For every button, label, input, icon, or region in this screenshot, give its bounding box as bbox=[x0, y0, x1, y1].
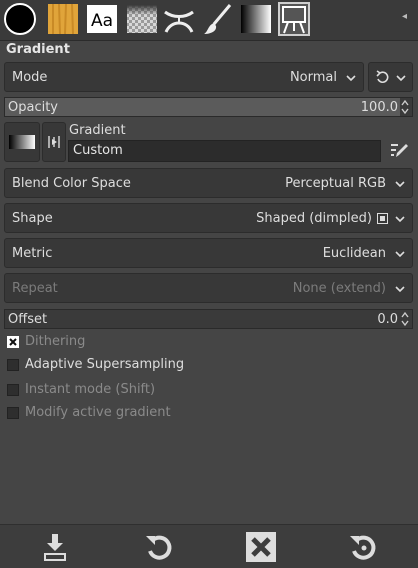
metric-label: Metric bbox=[12, 246, 53, 261]
opacity-label: Opacity bbox=[8, 100, 59, 115]
instant-mode-label: Instant mode (Shift) bbox=[25, 382, 156, 397]
checkbox-unchecked-icon bbox=[7, 384, 19, 396]
tab-gradients[interactable] bbox=[240, 2, 272, 36]
checkbox-checked-icon bbox=[7, 336, 19, 348]
repeat-select[interactable]: Repeat None (extend) bbox=[4, 273, 413, 303]
shape-dimpled-icon bbox=[377, 213, 388, 224]
colors-icon bbox=[4, 3, 36, 35]
mode-value: Normal bbox=[289, 70, 337, 85]
brush-icon bbox=[204, 4, 232, 34]
delete-icon[interactable] bbox=[244, 531, 278, 563]
tab-brushes[interactable] bbox=[202, 2, 234, 36]
gradient-preview-icon bbox=[9, 135, 35, 149]
blend-color-space-select[interactable]: Blend Color Space Perceptual RGB bbox=[4, 168, 413, 198]
reverse-gradient-button[interactable] bbox=[42, 122, 66, 162]
undo-arrow-icon bbox=[376, 70, 389, 83]
transparency-checker-icon bbox=[127, 5, 157, 33]
reverse-icon bbox=[48, 136, 60, 148]
mode-select[interactable]: Mode Normal bbox=[4, 62, 364, 92]
modify-active-gradient-label: Modify active gradient bbox=[25, 405, 171, 420]
panel-title: Gradient bbox=[6, 42, 70, 57]
mode-switch-button[interactable] bbox=[368, 62, 413, 92]
spin-arrows-icon[interactable] bbox=[400, 99, 410, 115]
opacity-value: 100.0 bbox=[360, 100, 398, 115]
tab-checker[interactable] bbox=[126, 2, 158, 36]
checkbox-unchecked-icon bbox=[7, 359, 19, 371]
gradient-label: Gradient bbox=[69, 123, 126, 138]
tab-fonts[interactable]: Aa bbox=[86, 2, 118, 36]
adaptive-supersampling-label: Adaptive Supersampling bbox=[25, 357, 185, 372]
check-x-icon bbox=[9, 338, 17, 346]
tool-options-easel-icon bbox=[282, 6, 306, 34]
metric-value: Euclidean bbox=[322, 246, 386, 261]
bottom-button-bar bbox=[0, 524, 418, 568]
chevron-down-icon bbox=[395, 216, 405, 223]
chevron-down-icon bbox=[395, 286, 405, 293]
svg-text:Aa: Aa bbox=[91, 11, 113, 31]
edit-gradient-icon[interactable] bbox=[388, 139, 410, 161]
checkbox-unchecked-icon bbox=[7, 407, 19, 419]
dithering-label: Dithering bbox=[25, 334, 86, 349]
shape-value: Shaped (dimpled) bbox=[256, 211, 372, 226]
opacity-spinscale[interactable]: Opacity 100.0 bbox=[4, 97, 413, 117]
blend-color-space-value: Perceptual RGB bbox=[285, 176, 386, 191]
restore-icon[interactable] bbox=[142, 531, 176, 563]
blend-color-space-label: Blend Color Space bbox=[12, 176, 131, 191]
offset-spinscale[interactable]: Offset 0.0 bbox=[4, 309, 413, 329]
tab-tool-options[interactable] bbox=[278, 2, 310, 36]
save-options-icon[interactable] bbox=[38, 531, 72, 563]
repeat-value: None (extend) bbox=[292, 281, 386, 296]
offset-value: 0.0 bbox=[377, 312, 398, 327]
spin-arrows-icon[interactable] bbox=[400, 311, 410, 327]
opacity-fill bbox=[5, 98, 400, 116]
tab-dynamics[interactable] bbox=[163, 2, 195, 36]
gradient-swatch-icon bbox=[241, 5, 271, 33]
reset-icon[interactable] bbox=[346, 531, 380, 563]
tab-menu-icon[interactable]: ◂ bbox=[402, 12, 412, 22]
chevron-down-icon bbox=[346, 75, 356, 82]
gradient-preview-button[interactable] bbox=[4, 122, 40, 162]
metric-select[interactable]: Metric Euclidean bbox=[4, 238, 413, 268]
mode-label: Mode bbox=[12, 70, 48, 85]
shape-label: Shape bbox=[12, 211, 53, 226]
chevron-down-icon bbox=[396, 75, 406, 82]
dockable-tab-bar: Aa ◂ bbox=[0, 0, 418, 41]
tab-patterns[interactable] bbox=[47, 2, 79, 36]
fonts-icon: Aa bbox=[87, 5, 117, 33]
gradient-name: Custom bbox=[73, 143, 123, 158]
chevron-down-icon bbox=[395, 251, 405, 258]
shape-select[interactable]: Shape Shaped (dimpled) bbox=[4, 203, 413, 233]
pattern-wood-icon bbox=[48, 3, 78, 35]
repeat-label: Repeat bbox=[12, 281, 58, 296]
tab-colors[interactable] bbox=[4, 2, 36, 36]
gradient-name-field[interactable]: Custom bbox=[68, 140, 381, 162]
warp-icon bbox=[164, 10, 194, 33]
offset-label: Offset bbox=[8, 312, 48, 327]
chevron-down-icon bbox=[395, 181, 405, 188]
